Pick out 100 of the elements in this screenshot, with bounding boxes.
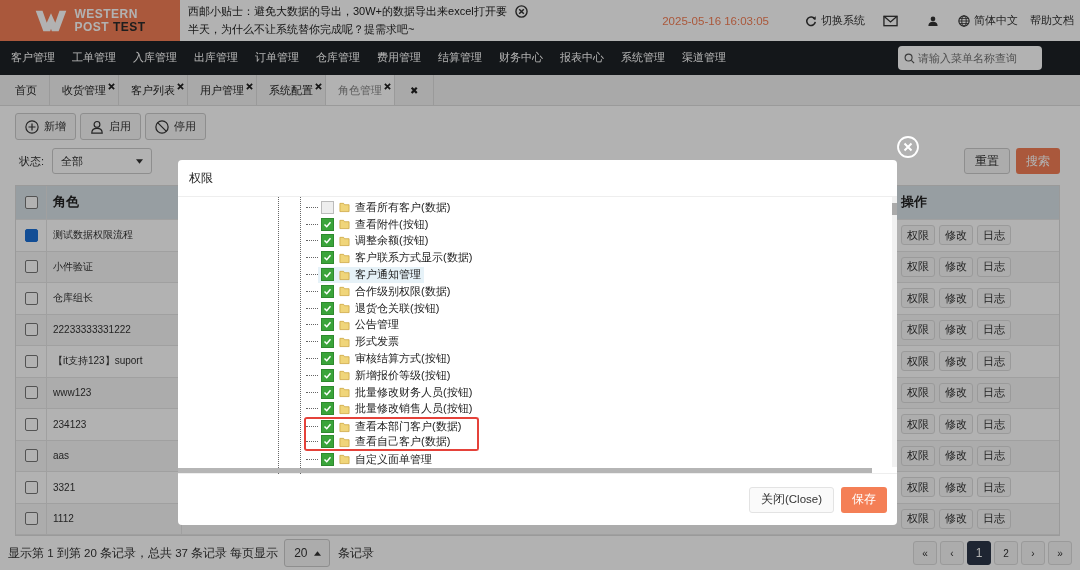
nav-menu-item[interactable]: 仓库管理: [307, 51, 368, 65]
row-action-button[interactable]: 日志: [977, 508, 1011, 529]
row-action-button[interactable]: 日志: [977, 319, 1011, 340]
nav-menu-item[interactable]: 客户管理: [2, 51, 63, 65]
row-action-button[interactable]: 日志: [977, 445, 1011, 466]
tree-checkbox[interactable]: [321, 217, 334, 231]
row-checkbox[interactable]: [24, 417, 38, 431]
row-checkbox[interactable]: [24, 512, 38, 526]
close-button[interactable]: 关闭(Close): [748, 486, 834, 513]
row-checkbox[interactable]: [24, 323, 38, 337]
pagination-button[interactable]: 1: [967, 541, 991, 565]
row-action-button[interactable]: 权限: [901, 477, 935, 498]
row-action-button[interactable]: 权限: [901, 288, 935, 309]
pagination-button[interactable]: ‹: [940, 541, 964, 565]
close-icon[interactable]: [315, 83, 322, 90]
row-action-button[interactable]: 权限: [901, 445, 935, 466]
nav-menu-item[interactable]: 结算管理: [429, 51, 490, 65]
nav-menu-item[interactable]: 报表中心: [551, 51, 612, 65]
user-icon[interactable]: [928, 14, 938, 27]
close-icon[interactable]: [384, 83, 391, 90]
close-icon[interactable]: [177, 83, 184, 90]
nav-menu-item[interactable]: 入库管理: [124, 51, 185, 65]
tree-checkbox[interactable]: [321, 420, 334, 434]
tree-checkbox[interactable]: [321, 335, 334, 349]
row-action-button[interactable]: 权限: [901, 382, 935, 403]
tree-item[interactable]: 查看附件(按钮): [318, 216, 432, 233]
tree-item[interactable]: 合作级别权限(数据): [318, 283, 454, 300]
tree-checkbox[interactable]: [321, 268, 334, 282]
tree-item[interactable]: 调整余额(按钮): [318, 233, 432, 249]
pagination-button[interactable]: ›: [1021, 541, 1045, 565]
tree-checkbox[interactable]: [321, 200, 334, 214]
tree-item[interactable]: 查看所有客户(数据): [318, 199, 454, 216]
tree-item[interactable]: 批量修改销售人员(按钮): [318, 400, 476, 417]
menu-search-field[interactable]: 请输入菜单名称查询: [898, 46, 1042, 70]
row-action-button[interactable]: 修改: [939, 477, 973, 498]
nav-menu-item[interactable]: 渠道管理: [673, 51, 734, 65]
row-action-button[interactable]: 修改: [939, 225, 973, 246]
tree-checkbox[interactable]: [321, 234, 334, 248]
page-size-select[interactable]: 20: [284, 539, 331, 567]
row-action-button[interactable]: 日志: [977, 414, 1011, 435]
reset-button[interactable]: 重置: [964, 148, 1010, 174]
row-action-button[interactable]: 修改: [939, 508, 973, 529]
tree-checkbox[interactable]: [321, 301, 334, 315]
row-action-button[interactable]: 权限: [901, 225, 935, 246]
status-select[interactable]: 全部: [52, 148, 153, 174]
row-action-button[interactable]: 修改: [939, 256, 973, 277]
page-tab[interactable]: 首页: [3, 75, 50, 105]
row-checkbox[interactable]: [24, 449, 38, 463]
tree-checkbox[interactable]: [321, 385, 334, 399]
tree-checkbox[interactable]: [321, 318, 334, 332]
tree-checkbox[interactable]: [321, 368, 334, 382]
tree-item[interactable]: 自定义面单管理: [318, 451, 435, 468]
row-checkbox[interactable]: [24, 386, 38, 400]
row-action-button[interactable]: 权限: [901, 414, 935, 435]
tree-item[interactable]: 批量修改财务人员(按钮): [318, 384, 476, 401]
row-checkbox[interactable]: [24, 260, 38, 274]
close-icon[interactable]: [246, 83, 253, 90]
vertical-scrollbar[interactable]: [892, 197, 897, 467]
globe-icon[interactable]: [958, 14, 970, 27]
tree-item[interactable]: 公告管理: [318, 316, 402, 333]
tree-item[interactable]: 新增报价等级(按钮): [318, 367, 454, 384]
row-action-button[interactable]: 修改: [939, 382, 973, 403]
tree-checkbox[interactable]: [321, 435, 334, 449]
row-action-button[interactable]: 日志: [977, 477, 1011, 498]
tree-checkbox[interactable]: [321, 251, 334, 265]
row-action-button[interactable]: 日志: [977, 382, 1011, 403]
close-icon[interactable]: [108, 83, 115, 90]
row-action-button[interactable]: 权限: [901, 319, 935, 340]
row-checkbox[interactable]: [24, 354, 38, 368]
select-all-checkbox[interactable]: [24, 196, 38, 209]
row-checkbox[interactable]: [24, 228, 38, 242]
close-icon[interactable]: [514, 5, 528, 18]
tree-item[interactable]: 形式发票: [318, 333, 402, 350]
row-action-button[interactable]: 修改: [939, 351, 973, 372]
switch-system-link[interactable]: 切换系统: [821, 13, 865, 28]
refresh-icon[interactable]: [805, 14, 817, 27]
pagination-button[interactable]: «: [913, 541, 937, 565]
tree-item[interactable]: 客户通知管理: [318, 266, 424, 283]
row-action-button[interactable]: 修改: [939, 288, 973, 309]
nav-menu-item[interactable]: 工单管理: [63, 51, 124, 65]
nav-menu-item[interactable]: 出库管理: [185, 51, 246, 65]
row-checkbox[interactable]: [24, 291, 38, 305]
row-action-button[interactable]: 修改: [939, 445, 973, 466]
tree-checkbox[interactable]: [321, 352, 334, 366]
toolbar-button[interactable]: 新增: [15, 113, 76, 140]
pagination-button[interactable]: »: [1048, 541, 1072, 565]
tree-checkbox[interactable]: [321, 402, 334, 416]
row-action-button[interactable]: 日志: [977, 351, 1011, 372]
page-tab[interactable]: 客户列表: [119, 75, 188, 105]
row-action-button[interactable]: 权限: [901, 351, 935, 372]
page-tab[interactable]: 用户管理: [188, 75, 257, 105]
tree-checkbox[interactable]: [321, 452, 334, 466]
tree-checkbox[interactable]: [321, 284, 334, 298]
row-action-button[interactable]: 修改: [939, 319, 973, 340]
row-action-button[interactable]: 日志: [977, 256, 1011, 277]
mail-icon[interactable]: [883, 14, 898, 27]
pagination-button[interactable]: 2: [994, 541, 1018, 565]
row-checkbox[interactable]: [24, 480, 38, 494]
tree-item[interactable]: 客户联系方式显示(数据): [318, 249, 476, 266]
nav-menu-item[interactable]: 财务中心: [490, 51, 551, 65]
